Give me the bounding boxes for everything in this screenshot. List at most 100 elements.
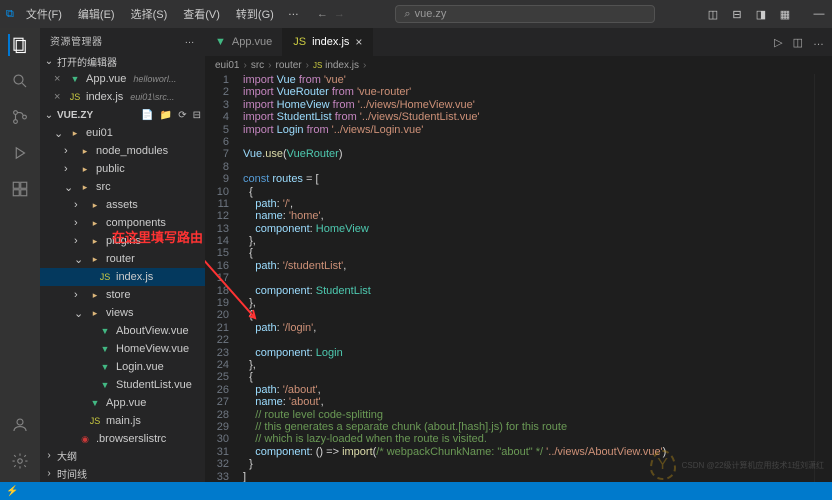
layout-panel-left-icon[interactable]: ◫	[706, 7, 720, 21]
code-line[interactable]: path: '/login',	[243, 322, 814, 334]
menu-select[interactable]: 选择(S)	[125, 4, 174, 24]
code-line[interactable]: name: 'home',	[243, 210, 814, 222]
menu-edit[interactable]: 编辑(E)	[72, 4, 121, 24]
breadcrumb-segment[interactable]: JS index.js	[313, 60, 359, 71]
breadcrumb-segment[interactable]: eui01	[215, 60, 239, 71]
open-editor-item[interactable]: ×▼App.vuehelloworl...	[40, 70, 205, 88]
tree-item-store[interactable]: ›▸store	[40, 286, 205, 304]
open-editor-item[interactable]: ×JSindex.jseui01\src...	[40, 88, 205, 106]
status-bar[interactable]: ⚡	[0, 482, 832, 500]
new-folder-icon[interactable]: 📁	[160, 110, 172, 121]
tree-item-AboutView.vue[interactable]: ▼AboutView.vue	[40, 322, 205, 340]
tree-item-index.js[interactable]: JSindex.js	[40, 268, 205, 286]
code-line[interactable]: // route level code-splitting	[243, 409, 814, 421]
tree-item-.browserslistrc[interactable]: ◉.browserslistrc	[40, 430, 205, 446]
layout-panel-bottom-icon[interactable]: ⊟	[730, 7, 744, 21]
npm-icon: ◉	[78, 434, 92, 445]
tree-item-components[interactable]: ›▸components	[40, 214, 205, 232]
timeline-section[interactable]: › 时间线	[40, 464, 205, 482]
tree-item-eui01[interactable]: ⌄▸eui01	[40, 124, 205, 142]
close-tab-icon[interactable]: ×	[355, 35, 362, 49]
tree-item-plugins[interactable]: ›▸plugins	[40, 232, 205, 250]
window-minimize-icon[interactable]: —	[812, 7, 826, 21]
menu-more[interactable]: …	[284, 4, 303, 24]
code-line[interactable]: const routes = [	[243, 173, 814, 185]
breadcrumb-segment[interactable]: src	[251, 60, 264, 71]
breadcrumb-segment[interactable]: router	[276, 60, 302, 71]
code-line[interactable]	[243, 272, 814, 284]
split-editor-icon[interactable]: ◫	[793, 36, 803, 49]
search-text: vue.zy	[415, 8, 447, 20]
tree-item-Login.vue[interactable]: ▼Login.vue	[40, 358, 205, 376]
code-line[interactable]: },	[243, 297, 814, 309]
code-line[interactable]: path: '/',	[243, 198, 814, 210]
tab-App.vue[interactable]: ▼App.vue	[205, 28, 283, 56]
code-line[interactable]: component: HomeView	[243, 223, 814, 235]
code-line[interactable]: import Login from '../views/Login.vue'	[243, 124, 814, 136]
activity-run-icon[interactable]	[9, 142, 31, 164]
minimap[interactable]	[814, 74, 832, 482]
tree-item-src[interactable]: ⌄▸src	[40, 178, 205, 196]
breadcrumb[interactable]: eui01›src›router›JS index.js›	[205, 56, 832, 74]
more-icon[interactable]: …	[813, 36, 824, 48]
code-line[interactable]: {	[243, 309, 814, 321]
code-line[interactable]: import StudentList from '../views/Studen…	[243, 111, 814, 123]
activity-account-icon[interactable]	[9, 414, 31, 436]
refresh-icon[interactable]: ⟳	[178, 110, 186, 121]
code-line[interactable]	[243, 334, 814, 346]
tree-label: AboutView.vue	[116, 325, 189, 337]
file-hint: helloworl...	[133, 74, 176, 84]
close-icon[interactable]: ×	[54, 73, 64, 85]
tree-item-views[interactable]: ⌄▸views	[40, 304, 205, 322]
tree-item-HomeView.vue[interactable]: ▼HomeView.vue	[40, 340, 205, 358]
menu-file[interactable]: 文件(F)	[20, 4, 68, 24]
code-line[interactable]	[243, 136, 814, 148]
code-line[interactable]: {	[243, 186, 814, 198]
tab-index.js[interactable]: JSindex.js×	[283, 28, 373, 56]
code-line[interactable]: Vue.use(VueRouter)	[243, 148, 814, 160]
close-icon[interactable]: ×	[54, 91, 64, 103]
code-line[interactable]: // which is lazy-loaded when the route i…	[243, 433, 814, 445]
code-line[interactable]: component: StudentList	[243, 285, 814, 297]
menu-view[interactable]: 查看(V)	[177, 4, 226, 24]
sidebar-more-icon[interactable]: …	[185, 35, 196, 46]
nav-forward[interactable]: →	[334, 8, 345, 20]
activity-extensions-icon[interactable]	[9, 178, 31, 200]
tree-item-assets[interactable]: ›▸assets	[40, 196, 205, 214]
outline-section[interactable]: › 大纲	[40, 446, 205, 464]
tree-item-App.vue[interactable]: ▼App.vue	[40, 394, 205, 412]
remote-icon[interactable]: ⚡	[6, 486, 18, 497]
activity-settings-icon[interactable]	[9, 450, 31, 472]
open-editors-section[interactable]: ⌄ 打开的编辑器	[40, 52, 205, 70]
command-search[interactable]: ⌕ vue.zy	[395, 5, 655, 23]
code-line[interactable]: import HomeView from '../views/HomeView.…	[243, 99, 814, 111]
code-line[interactable]: component: Login	[243, 347, 814, 359]
tree-item-main.js[interactable]: JSmain.js	[40, 412, 205, 430]
code-line[interactable]: path: '/about',	[243, 384, 814, 396]
collapse-icon[interactable]: ⊟	[193, 110, 201, 121]
code-line[interactable]: import Vue from 'vue'	[243, 74, 814, 86]
code-line[interactable]: import VueRouter from 'vue-router'	[243, 86, 814, 98]
code-line[interactable]: },	[243, 235, 814, 247]
code-line[interactable]: name: 'about',	[243, 396, 814, 408]
code-line[interactable]: {	[243, 247, 814, 259]
tree-item-router[interactable]: ⌄▸router	[40, 250, 205, 268]
tree-item-StudentList.vue[interactable]: ▼StudentList.vue	[40, 376, 205, 394]
activity-search-icon[interactable]	[9, 70, 31, 92]
layout-panel-right-icon[interactable]: ◨	[754, 7, 768, 21]
tree-item-node_modules[interactable]: ›▸node_modules	[40, 142, 205, 160]
menu-go[interactable]: 转到(G)	[230, 4, 280, 24]
tree-item-public[interactable]: ›▸public	[40, 160, 205, 178]
code-line[interactable]: },	[243, 359, 814, 371]
new-file-icon[interactable]: 📄	[141, 110, 153, 121]
activity-explorer-icon[interactable]	[8, 34, 30, 56]
layout-customize-icon[interactable]: ▦	[778, 7, 792, 21]
run-icon[interactable]: ▷	[774, 36, 782, 49]
code-line[interactable]	[243, 161, 814, 173]
code-line[interactable]: path: '/studentList',	[243, 260, 814, 272]
code-line[interactable]: {	[243, 371, 814, 383]
code-line[interactable]: // this generates a separate chunk (abou…	[243, 421, 814, 433]
activity-scm-icon[interactable]	[9, 106, 31, 128]
project-section[interactable]: ⌄ VUE.ZY 📄 📁 ⟳ ⊟	[40, 106, 205, 124]
nav-back[interactable]: ←	[317, 8, 328, 20]
